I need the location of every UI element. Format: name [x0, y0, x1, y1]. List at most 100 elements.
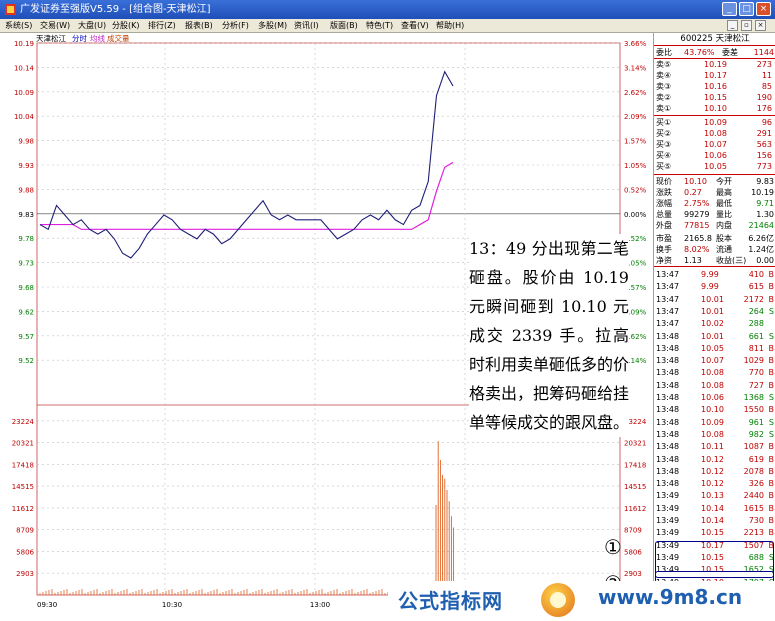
stat-label: 内盘	[716, 221, 732, 230]
volume-axis-label: 11612	[12, 505, 34, 513]
pct-axis-label: 1.57%	[624, 138, 647, 146]
price-axis-label: 9.68	[18, 284, 34, 292]
pct-axis-label: 2.09%	[624, 113, 647, 121]
menu-item-5[interactable]: 报表(B)	[185, 19, 213, 32]
bid-row: 买② 10.08 291	[654, 128, 775, 139]
tick-price: 9.99	[701, 270, 719, 279]
separator	[654, 115, 775, 116]
bid-volume: 563	[756, 140, 772, 149]
menu-item-4[interactable]: 排行(Z)	[148, 19, 176, 32]
stat-label: 换手	[656, 245, 672, 254]
volume-axis-label-right: 14515	[624, 483, 646, 491]
volume-axis-label: 5806	[16, 548, 34, 556]
tick-volume: 730	[748, 516, 764, 525]
menu-item-10[interactable]: 特色(T)	[366, 19, 393, 32]
volume-axis-label-right: 20321	[624, 440, 646, 448]
bid-row: 买⑤ 10.05 773	[654, 161, 775, 172]
menu-item-3[interactable]: 分股(K)	[112, 19, 140, 32]
tick-volume: 2213	[743, 528, 764, 538]
marker-1: ①	[604, 535, 622, 559]
tick-time: 13:49	[656, 528, 680, 538]
pct-axis-label: 3.14%	[624, 64, 647, 72]
price-axis-label: 9.78	[18, 235, 34, 243]
tick-price: 10.10	[701, 405, 724, 415]
weicha-value: 1144	[753, 48, 774, 57]
stat-value: 0.00	[756, 256, 774, 265]
tick-side: B	[768, 282, 775, 292]
tick-time: 13:47	[656, 319, 680, 329]
tick-side: B	[768, 528, 775, 538]
tick-row: 13:48 10.08 727 B	[654, 380, 775, 392]
tick-side: S	[768, 331, 774, 341]
tick-row: 13:49 10.14 730 B	[654, 515, 775, 527]
price-axis-label: 9.52	[18, 357, 34, 365]
tick-volume: 615	[748, 282, 764, 292]
stock-code: 600225	[680, 34, 713, 44]
tick-volume: 1029	[743, 356, 764, 366]
menu-item-1[interactable]: 交易(W)	[40, 19, 70, 32]
maximize-button[interactable]: □	[739, 2, 754, 16]
tick-price: 10.12	[701, 479, 724, 489]
menu-item-2[interactable]: 大盘(U)	[78, 19, 106, 32]
price-axis-label: 10.19	[14, 40, 34, 48]
ask-label: 卖②	[656, 93, 672, 102]
menu-item-11[interactable]: 查看(V)	[401, 19, 429, 32]
price-axis-label: 9.88	[18, 186, 34, 194]
bid-price: 10.05	[704, 162, 727, 171]
ask-row: 卖② 10.15 190	[654, 92, 775, 103]
tick-row: 13:47 9.99 410 B	[654, 269, 775, 281]
stat-label: 最低	[716, 199, 732, 208]
stat-label: 涨幅	[656, 199, 672, 208]
menu-bar: _ ▫ × 系统(S) 交易(W) 大盘(U) 分股(K) 排行(Z) 报表(B) 分析(F…	[0, 19, 775, 33]
tick-side: B	[768, 491, 775, 501]
tick-time: 13:49	[656, 503, 680, 513]
legend-tab-average[interactable]: 均线	[90, 33, 105, 43]
menu-restore-icon[interactable]: ▫	[741, 20, 752, 31]
minimize-button[interactable]: _	[722, 2, 737, 16]
annotation-text: 13：49 分出现第二笔砸盘。股价由 10.19 元瞬间砸到 10.10 元成交…	[469, 234, 629, 437]
tick-time: 13:48	[656, 356, 680, 366]
price-axis-label: 9.93	[18, 162, 34, 170]
stat-row: 涨幅 2.75% 最低 9.71	[654, 198, 775, 209]
stat-value: 1.13	[684, 256, 702, 265]
legend-tab-volume[interactable]: 成交量	[107, 33, 130, 43]
tick-price: 10.01	[701, 294, 724, 304]
menu-item-6[interactable]: 分析(F)	[222, 19, 249, 32]
tick-volume: 326	[748, 479, 764, 489]
tick-time: 13:47	[656, 306, 680, 316]
weicha-label: 委差	[722, 48, 738, 57]
separator	[654, 174, 775, 175]
bid-volume: 291	[756, 129, 772, 138]
menu-item-9[interactable]: 版面(B)	[330, 19, 358, 32]
tick-volume: 288	[748, 319, 764, 329]
menu-item-0[interactable]: 系统(S)	[5, 19, 32, 32]
price-axis-label: 9.62	[18, 308, 34, 316]
menu-minimize-icon[interactable]: _	[727, 20, 738, 31]
ask-row: 卖④ 10.17 11	[654, 70, 775, 81]
tick-time: 13:47	[656, 282, 680, 292]
close-button[interactable]: ×	[756, 2, 771, 16]
legend-tab-timeshare[interactable]: 分时	[72, 33, 87, 43]
menu-item-8[interactable]: 资讯(I)	[294, 19, 319, 32]
menu-item-12[interactable]: 帮助(H)	[436, 19, 464, 32]
volume-axis-label: 14515	[12, 483, 34, 491]
price-axis-label: 9.98	[18, 138, 34, 146]
tick-price: 10.08	[701, 429, 724, 439]
tick-volume: 1550	[743, 405, 764, 415]
stat-label: 流通	[716, 245, 732, 254]
tick-side: B	[768, 479, 775, 489]
stat-label: 今开	[716, 177, 732, 186]
menu-item-7[interactable]: 多股(M)	[258, 19, 287, 32]
volume-axis-label-right: 5806	[624, 548, 642, 556]
bid-row: 买④ 10.06 156	[654, 150, 775, 161]
tick-time: 13:47	[656, 294, 680, 304]
pct-axis-label: 3.66%	[624, 40, 647, 48]
ask-volume: 85	[761, 82, 772, 91]
separator	[654, 266, 775, 267]
tick-side: B	[768, 270, 775, 279]
tick-price: 10.08	[701, 380, 724, 390]
menu-close-icon[interactable]: ×	[755, 20, 766, 31]
tick-price: 9.99	[701, 282, 719, 292]
panel-header: 600225 天津松江	[654, 33, 775, 46]
tick-volume: 661	[748, 331, 764, 341]
